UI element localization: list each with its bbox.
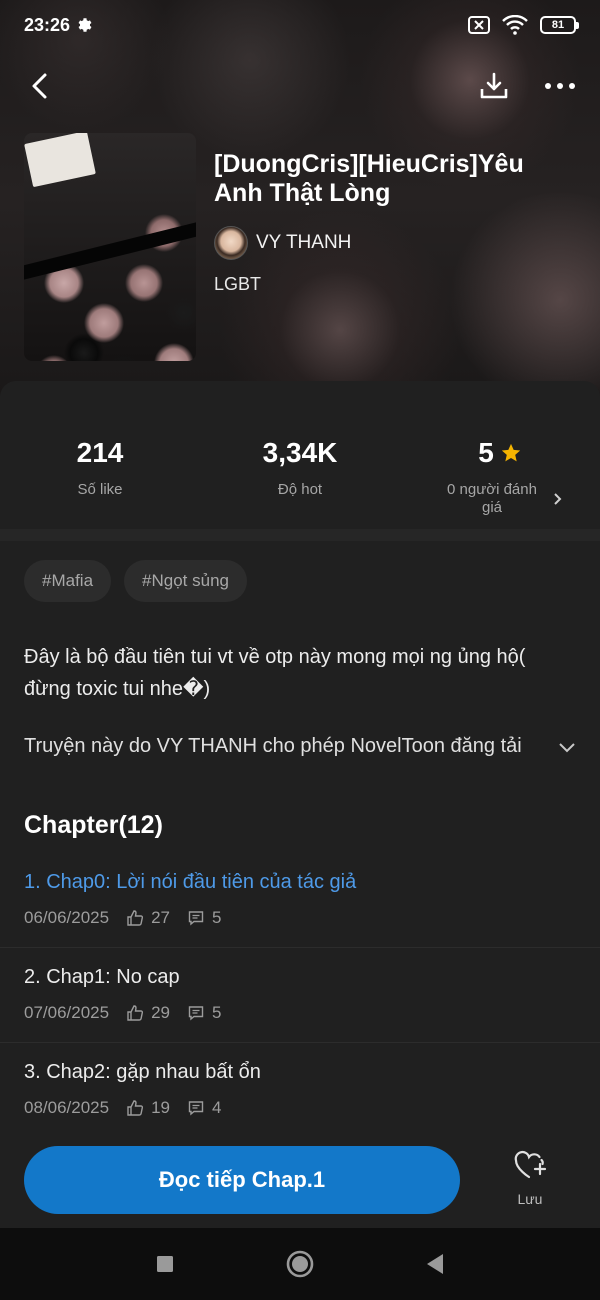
thumbs-up-icon: [127, 910, 144, 926]
story-genre[interactable]: LGBT: [214, 274, 261, 295]
license-text: Truyện này do VY THANH cho phép NovelToo…: [24, 735, 522, 757]
sim-off-icon: [468, 16, 490, 34]
home-button[interactable]: [285, 1249, 315, 1279]
comment-icon: [188, 910, 204, 926]
thumbs-up-icon: [127, 1100, 144, 1116]
chapter-comments: 5: [212, 1003, 222, 1022]
tag-chip[interactable]: #Ngọt sủng: [124, 560, 247, 602]
chapter-likes: 19: [151, 1098, 171, 1117]
chapter-comments: 4: [212, 1098, 222, 1117]
continue-reading-button[interactable]: Đọc tiếp Chap.1: [24, 1146, 460, 1214]
stat-hot: 3,34K Độ hot: [200, 381, 400, 529]
top-nav: [0, 62, 600, 110]
comment-icon: [188, 1005, 204, 1021]
chapter-date: 08/06/2025: [24, 1098, 110, 1117]
chapter-meta: 06/06/2025 27 5: [24, 908, 576, 928]
chapter-likes: 29: [151, 1003, 171, 1022]
download-icon: [480, 72, 508, 99]
chapter-date: 07/06/2025: [24, 1003, 110, 1022]
chapter-list: 1. Chap0: Lời nói đầu tiên của tác giả 0…: [0, 853, 600, 1138]
author-avatar[interactable]: [214, 226, 248, 260]
thumbs-up-icon: [127, 1005, 144, 1021]
rating-value-row: 5: [400, 437, 600, 469]
rating-label-row: 0 người đánh giá: [400, 481, 600, 517]
back-button[interactable]: [20, 66, 60, 106]
story-title: [DuongCris][HieuCris]Yêu Anh Thật Lòng: [214, 150, 524, 207]
chapter-date: 06/06/2025: [24, 908, 110, 927]
chevron-down-icon: [559, 742, 575, 752]
likes-value: 214: [76, 437, 124, 468]
cover-card: [24, 133, 96, 188]
stats-row: 214 Số like 3,34K Độ hot 5 0 người đánh …: [0, 381, 600, 529]
download-button[interactable]: [474, 66, 514, 106]
tag-list: #Mafia #Ngọt sủng: [24, 560, 247, 602]
wifi-icon: [502, 15, 528, 35]
battery-icon: 81: [540, 16, 579, 34]
hot-value: 3,34K: [262, 437, 338, 468]
system-nav-bar: [0, 1228, 600, 1300]
star-icon: [501, 443, 520, 462]
action-bar: Đọc tiếp Chap.1 Lưu: [0, 1130, 600, 1228]
recents-button[interactable]: [155, 1254, 175, 1274]
chapter-meta: 07/06/2025 29 5: [24, 1003, 576, 1023]
cover-image[interactable]: [24, 133, 196, 361]
chapter-title: 2. Chap1: No cap: [24, 966, 180, 988]
save-label: Lưu: [517, 1191, 543, 1207]
chapter-item[interactable]: 1. Chap0: Lời nói đầu tiên của tác giả 0…: [0, 853, 600, 948]
story-description: Đây là bộ đầu tiên tui vt về otp này mon…: [24, 646, 526, 700]
stat-rating[interactable]: 5 0 người đánh giá: [400, 381, 600, 529]
more-button[interactable]: [540, 66, 580, 106]
gear-icon: [78, 18, 92, 32]
cover-ribbon: [24, 219, 196, 281]
rating-value: 5: [478, 437, 494, 468]
likes-label: Số like: [77, 481, 123, 498]
section-divider: [0, 529, 600, 541]
save-button[interactable]: Lưu: [496, 1150, 564, 1207]
chapter-item[interactable]: 2. Chap1: No cap 07/06/2025 29 5: [0, 948, 600, 1043]
stat-likes: 214 Số like: [0, 381, 200, 529]
status-bar: 23:26 81: [0, 0, 600, 50]
chevron-right-icon: [554, 493, 562, 505]
comment-icon: [188, 1100, 204, 1116]
chapter-likes: 27: [151, 908, 171, 927]
chapter-title: 1. Chap0: Lời nói đầu tiên của tác giả: [24, 871, 357, 893]
battery-level: 81: [551, 19, 565, 31]
status-time: 23:26: [24, 14, 71, 35]
more-icon: [545, 83, 575, 89]
chapter-meta: 08/06/2025 19 4: [24, 1098, 576, 1118]
chapter-title: 3. Chap2: gặp nhau bất ổn: [24, 1061, 261, 1083]
author-row[interactable]: VY THANH: [214, 226, 351, 260]
chapter-item[interactable]: 3. Chap2: gặp nhau bất ổn 08/06/2025 19 …: [0, 1043, 600, 1138]
chapter-comments: 5: [212, 908, 222, 927]
hot-label: Độ hot: [277, 481, 323, 498]
license-row[interactable]: Truyện này do VY THANH cho phép NovelToo…: [24, 735, 576, 758]
back-arrow-icon: [32, 73, 47, 99]
back-nav-button[interactable]: [425, 1253, 445, 1275]
chapter-heading: Chapter(12): [24, 811, 163, 839]
heart-plus-icon: [514, 1150, 547, 1179]
rating-label: 0 người đánh giá: [447, 481, 537, 516]
tag-chip[interactable]: #Mafia: [24, 560, 112, 602]
author-name[interactable]: VY THANH: [256, 232, 351, 254]
